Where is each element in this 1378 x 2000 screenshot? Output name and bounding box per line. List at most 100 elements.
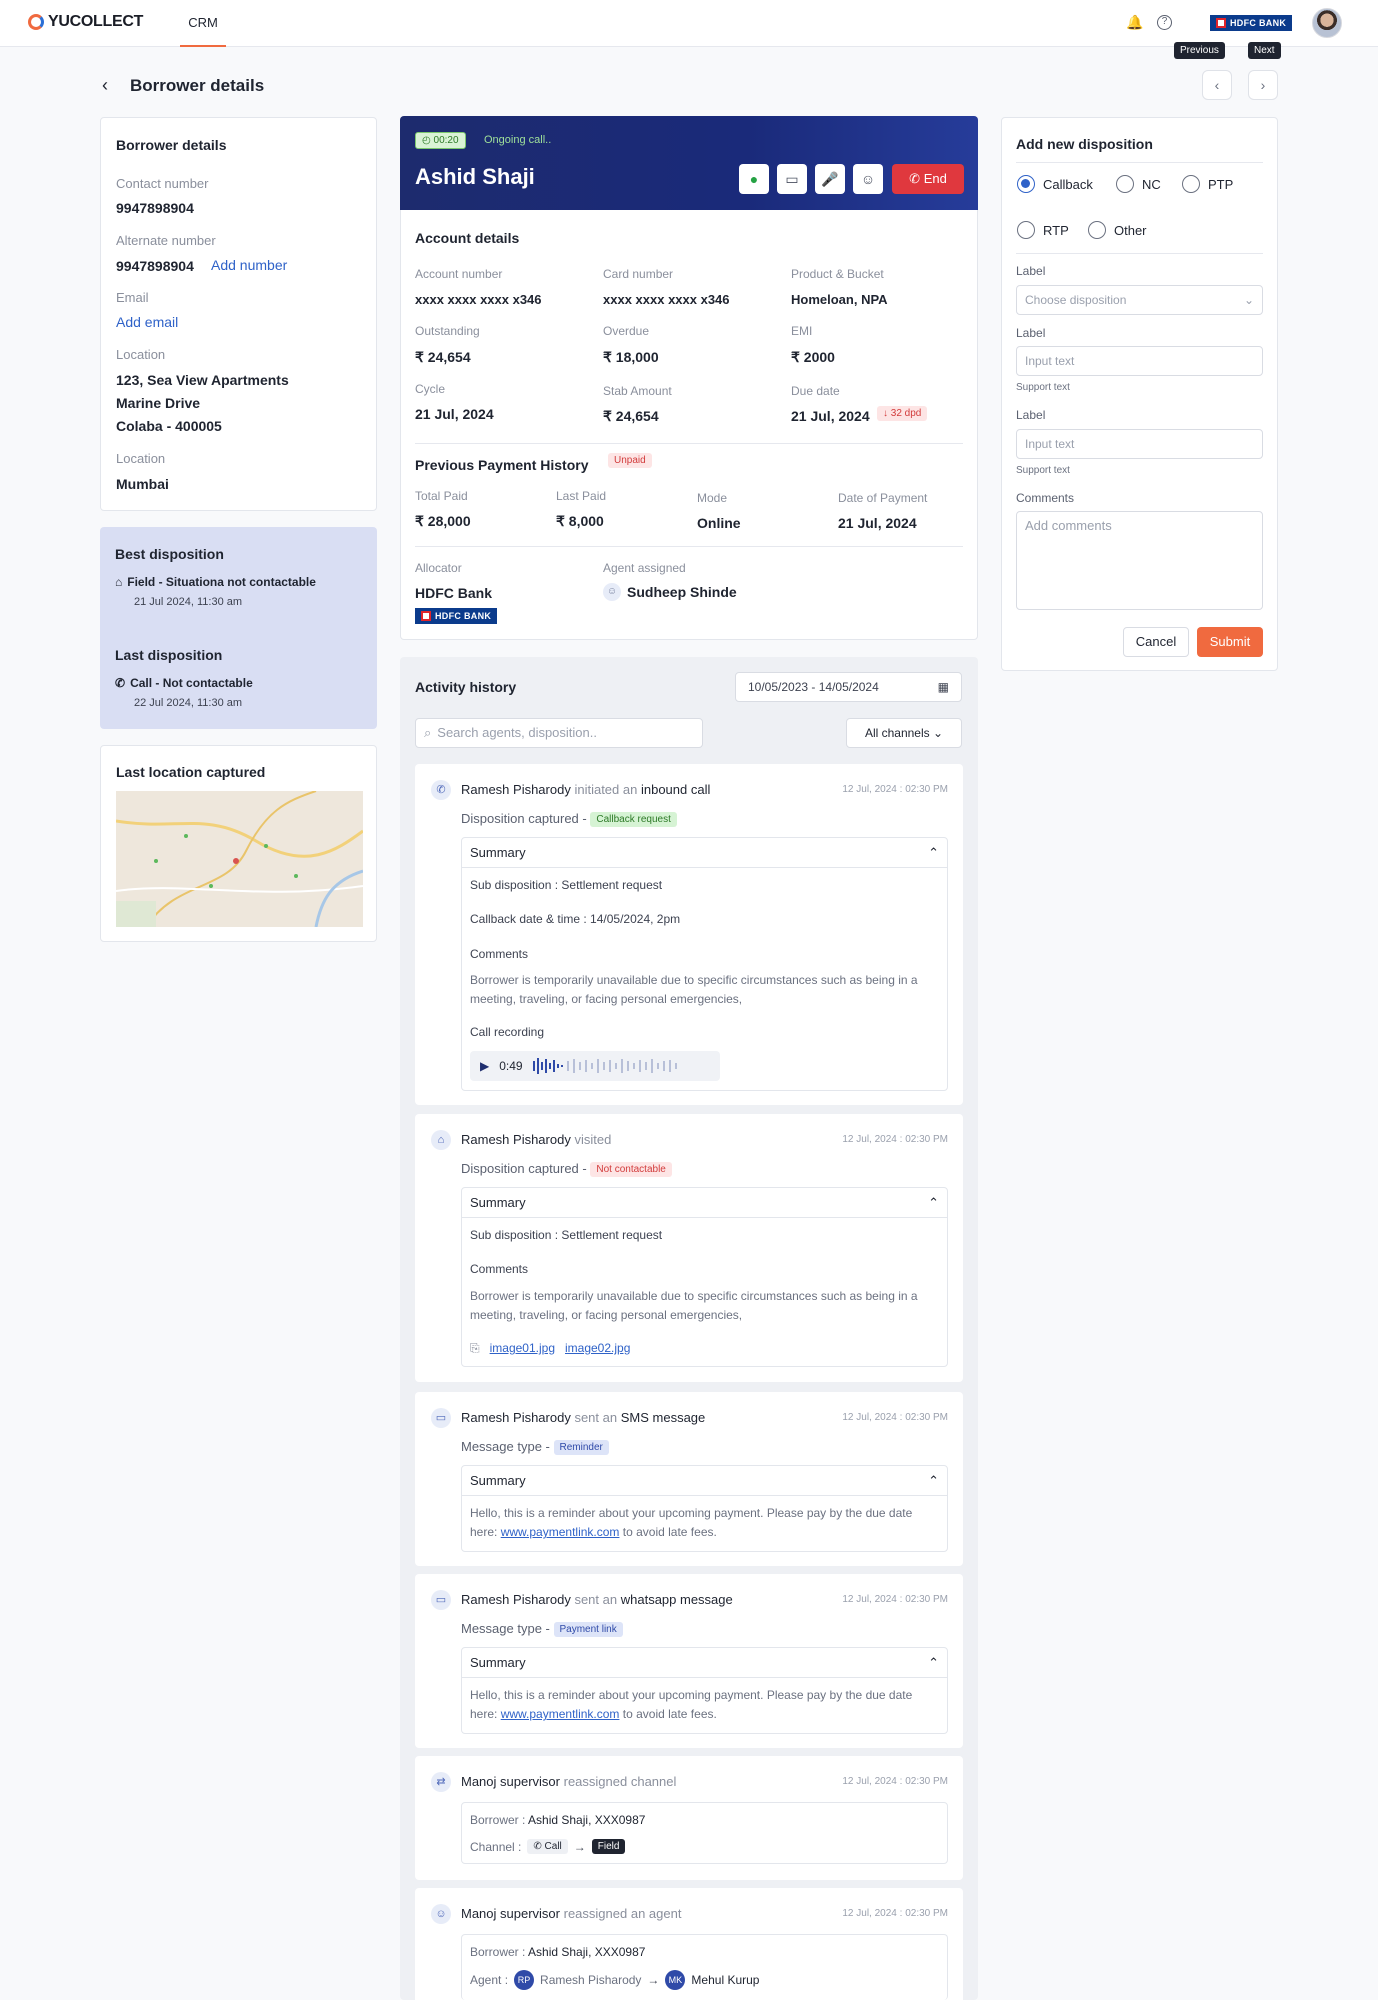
- audio-player[interactable]: ▶ 0:49: [470, 1051, 720, 1081]
- payment-link[interactable]: www.paymentlink.com: [501, 1707, 620, 1721]
- alt-number-value: 9947898904: [116, 258, 194, 274]
- message-type: Message type - Reminder: [461, 1439, 609, 1456]
- support-text: Support text: [1016, 382, 1070, 393]
- activity-search-input[interactable]: ⌕ Search agents, disposition..: [415, 718, 703, 748]
- outstanding-label: Outstanding: [415, 324, 480, 338]
- radio-rtp[interactable]: RTP: [1017, 221, 1069, 239]
- entry-time: 12 Jul, 2024 : 02:30 PM: [842, 784, 948, 795]
- address-line-2: Marine Drive: [116, 395, 201, 411]
- account-details-title: Account details: [415, 230, 520, 246]
- allocator-value: HDFC Bank: [415, 585, 493, 601]
- attachment-link[interactable]: image01.jpg: [490, 1341, 555, 1356]
- last-paid-label: Last Paid: [556, 489, 607, 503]
- previous-button[interactable]: ‹: [1202, 70, 1232, 100]
- card-number-label: Card number: [603, 267, 674, 281]
- payment-link[interactable]: www.paymentlink.com: [501, 1525, 620, 1539]
- payment-date-label: Date of Payment: [838, 491, 928, 505]
- channel-filter[interactable]: All channels ⌄: [846, 718, 962, 748]
- date-range-picker[interactable]: 10/05/2023 - 14/05/2024 ▦: [735, 672, 962, 702]
- text-input[interactable]: Input text: [1016, 346, 1263, 376]
- disposition-select[interactable]: Choose disposition ⌄: [1016, 285, 1263, 315]
- call-timer: ◴ 00:20: [415, 132, 466, 149]
- app-logo[interactable]: YUCOLLECT: [28, 13, 143, 31]
- agent-assigned: ☺ Sudheep Shinde: [603, 583, 737, 601]
- mic-icon[interactable]: 🎤: [815, 164, 845, 194]
- radio-callback[interactable]: Callback: [1017, 175, 1093, 193]
- user-icon: ☺: [603, 583, 621, 601]
- cancel-button[interactable]: Cancel: [1123, 627, 1189, 657]
- add-user-icon[interactable]: ☺: [853, 164, 883, 194]
- play-icon[interactable]: ▶: [480, 1059, 489, 1073]
- reassign-box: Borrower : Ashid Shaji, XXX0987 Agent : …: [461, 1934, 948, 2000]
- message-icon[interactable]: ▭: [777, 164, 807, 194]
- radio-other[interactable]: Other: [1088, 221, 1147, 239]
- next-tooltip: Next: [1248, 42, 1281, 59]
- location-label-2: Location: [116, 451, 166, 466]
- location-map[interactable]: [116, 791, 363, 927]
- emi-value: ₹ 2000: [791, 349, 835, 365]
- sub-disposition: Sub disposition : Settlement request: [470, 878, 663, 892]
- email-label: Email: [116, 290, 149, 305]
- phone-icon: ✆: [533, 1841, 542, 1852]
- location-card-title: Last location captured: [116, 764, 266, 780]
- summary-box: Summary ⌃ Hello, this is a reminder about…: [461, 1465, 948, 1552]
- nav-tab-crm[interactable]: CRM: [180, 0, 226, 47]
- add-email-link[interactable]: Add email: [116, 314, 178, 330]
- entry-heading: Manoj supervisor reassigned channel: [461, 1774, 677, 1789]
- waveform[interactable]: [532, 1057, 693, 1075]
- summary-box: Summary ⌃ Sub disposition : Settlement re…: [461, 837, 948, 1091]
- attachment-link[interactable]: image02.jpg: [565, 1341, 630, 1356]
- radio-ptp[interactable]: PTP: [1182, 175, 1233, 193]
- cycle-value: 21 Jul, 2024: [415, 406, 494, 422]
- radio-nc[interactable]: NC: [1116, 175, 1161, 193]
- call-header: ◴ 00:20 Ongoing call.. Ashid Shaji ● ▭ 🎤…: [400, 116, 978, 210]
- address-line-3: Colaba - 400005: [116, 418, 222, 434]
- comments-label: Comments: [1016, 491, 1075, 505]
- channel-line: Channel : ✆ Call → Field: [470, 1839, 626, 1854]
- comments-label: Comments: [470, 1262, 529, 1276]
- summary-header[interactable]: Summary ⌃: [462, 838, 947, 868]
- comments-textarea[interactable]: Add comments: [1016, 511, 1263, 610]
- end-call-button[interactable]: ✆ End: [892, 164, 964, 194]
- next-button[interactable]: ›: [1248, 70, 1278, 100]
- phone-icon: ✆: [431, 780, 451, 800]
- add-number-link[interactable]: Add number: [211, 257, 287, 273]
- chat-icon: ▭: [431, 1590, 451, 1610]
- field-label: Label: [1016, 408, 1046, 422]
- user-avatar[interactable]: [1312, 8, 1342, 38]
- text-input[interactable]: Input text: [1016, 429, 1263, 459]
- back-icon[interactable]: ‹: [102, 75, 108, 96]
- payment-date-value: 21 Jul, 2024: [838, 515, 917, 531]
- entry-time: 12 Jul, 2024 : 02:30 PM: [842, 1908, 948, 1919]
- alt-number-label: Alternate number: [116, 233, 216, 248]
- call-status: Ongoing call..: [484, 134, 552, 146]
- summary-header[interactable]: Summary ⌃: [462, 1466, 947, 1496]
- summary-header[interactable]: Summary ⌃: [462, 1188, 947, 1218]
- bell-icon[interactable]: 🔔: [1126, 13, 1144, 31]
- whatsapp-icon[interactable]: ●: [739, 164, 769, 194]
- last-paid-value: ₹ 8,000: [556, 513, 604, 529]
- best-disposition-value: ⌂ Field - Situationa not contactable: [115, 575, 316, 589]
- chevron-up-icon: ⌃: [928, 1195, 939, 1210]
- home-icon: ⌂: [431, 1130, 451, 1150]
- entry-heading: Ramesh Pisharody initiated an inbound ca…: [461, 782, 711, 797]
- divider: [415, 443, 963, 444]
- emi-label: EMI: [791, 324, 813, 338]
- product-value: Homeloan, NPA: [791, 292, 888, 307]
- field-label: Label: [1016, 264, 1046, 278]
- map-graphic: [116, 791, 363, 927]
- summary-header[interactable]: Summary ⌃: [462, 1648, 947, 1678]
- help-icon[interactable]: ?: [1157, 15, 1172, 30]
- hdfc-logo: HDFC BANK: [1210, 15, 1293, 31]
- new-disposition-title: Add new disposition: [1016, 136, 1153, 152]
- logo-icon: [28, 14, 44, 30]
- swap-icon: ⇄: [431, 1772, 451, 1792]
- divider: [1016, 162, 1263, 163]
- borrower-line: Borrower : Ashid Shaji, XXX0987: [470, 1945, 646, 1959]
- disposition-summary-card: Best disposition ⌂ Field - Situationa not…: [100, 527, 377, 729]
- summary-box: Summary ⌃ Sub disposition : Settlement re…: [461, 1187, 948, 1367]
- home-icon: ⌂: [115, 575, 123, 589]
- submit-button[interactable]: Submit: [1197, 627, 1263, 657]
- stab-value: ₹ 24,654: [603, 408, 659, 424]
- chat-icon: ▭: [431, 1408, 451, 1428]
